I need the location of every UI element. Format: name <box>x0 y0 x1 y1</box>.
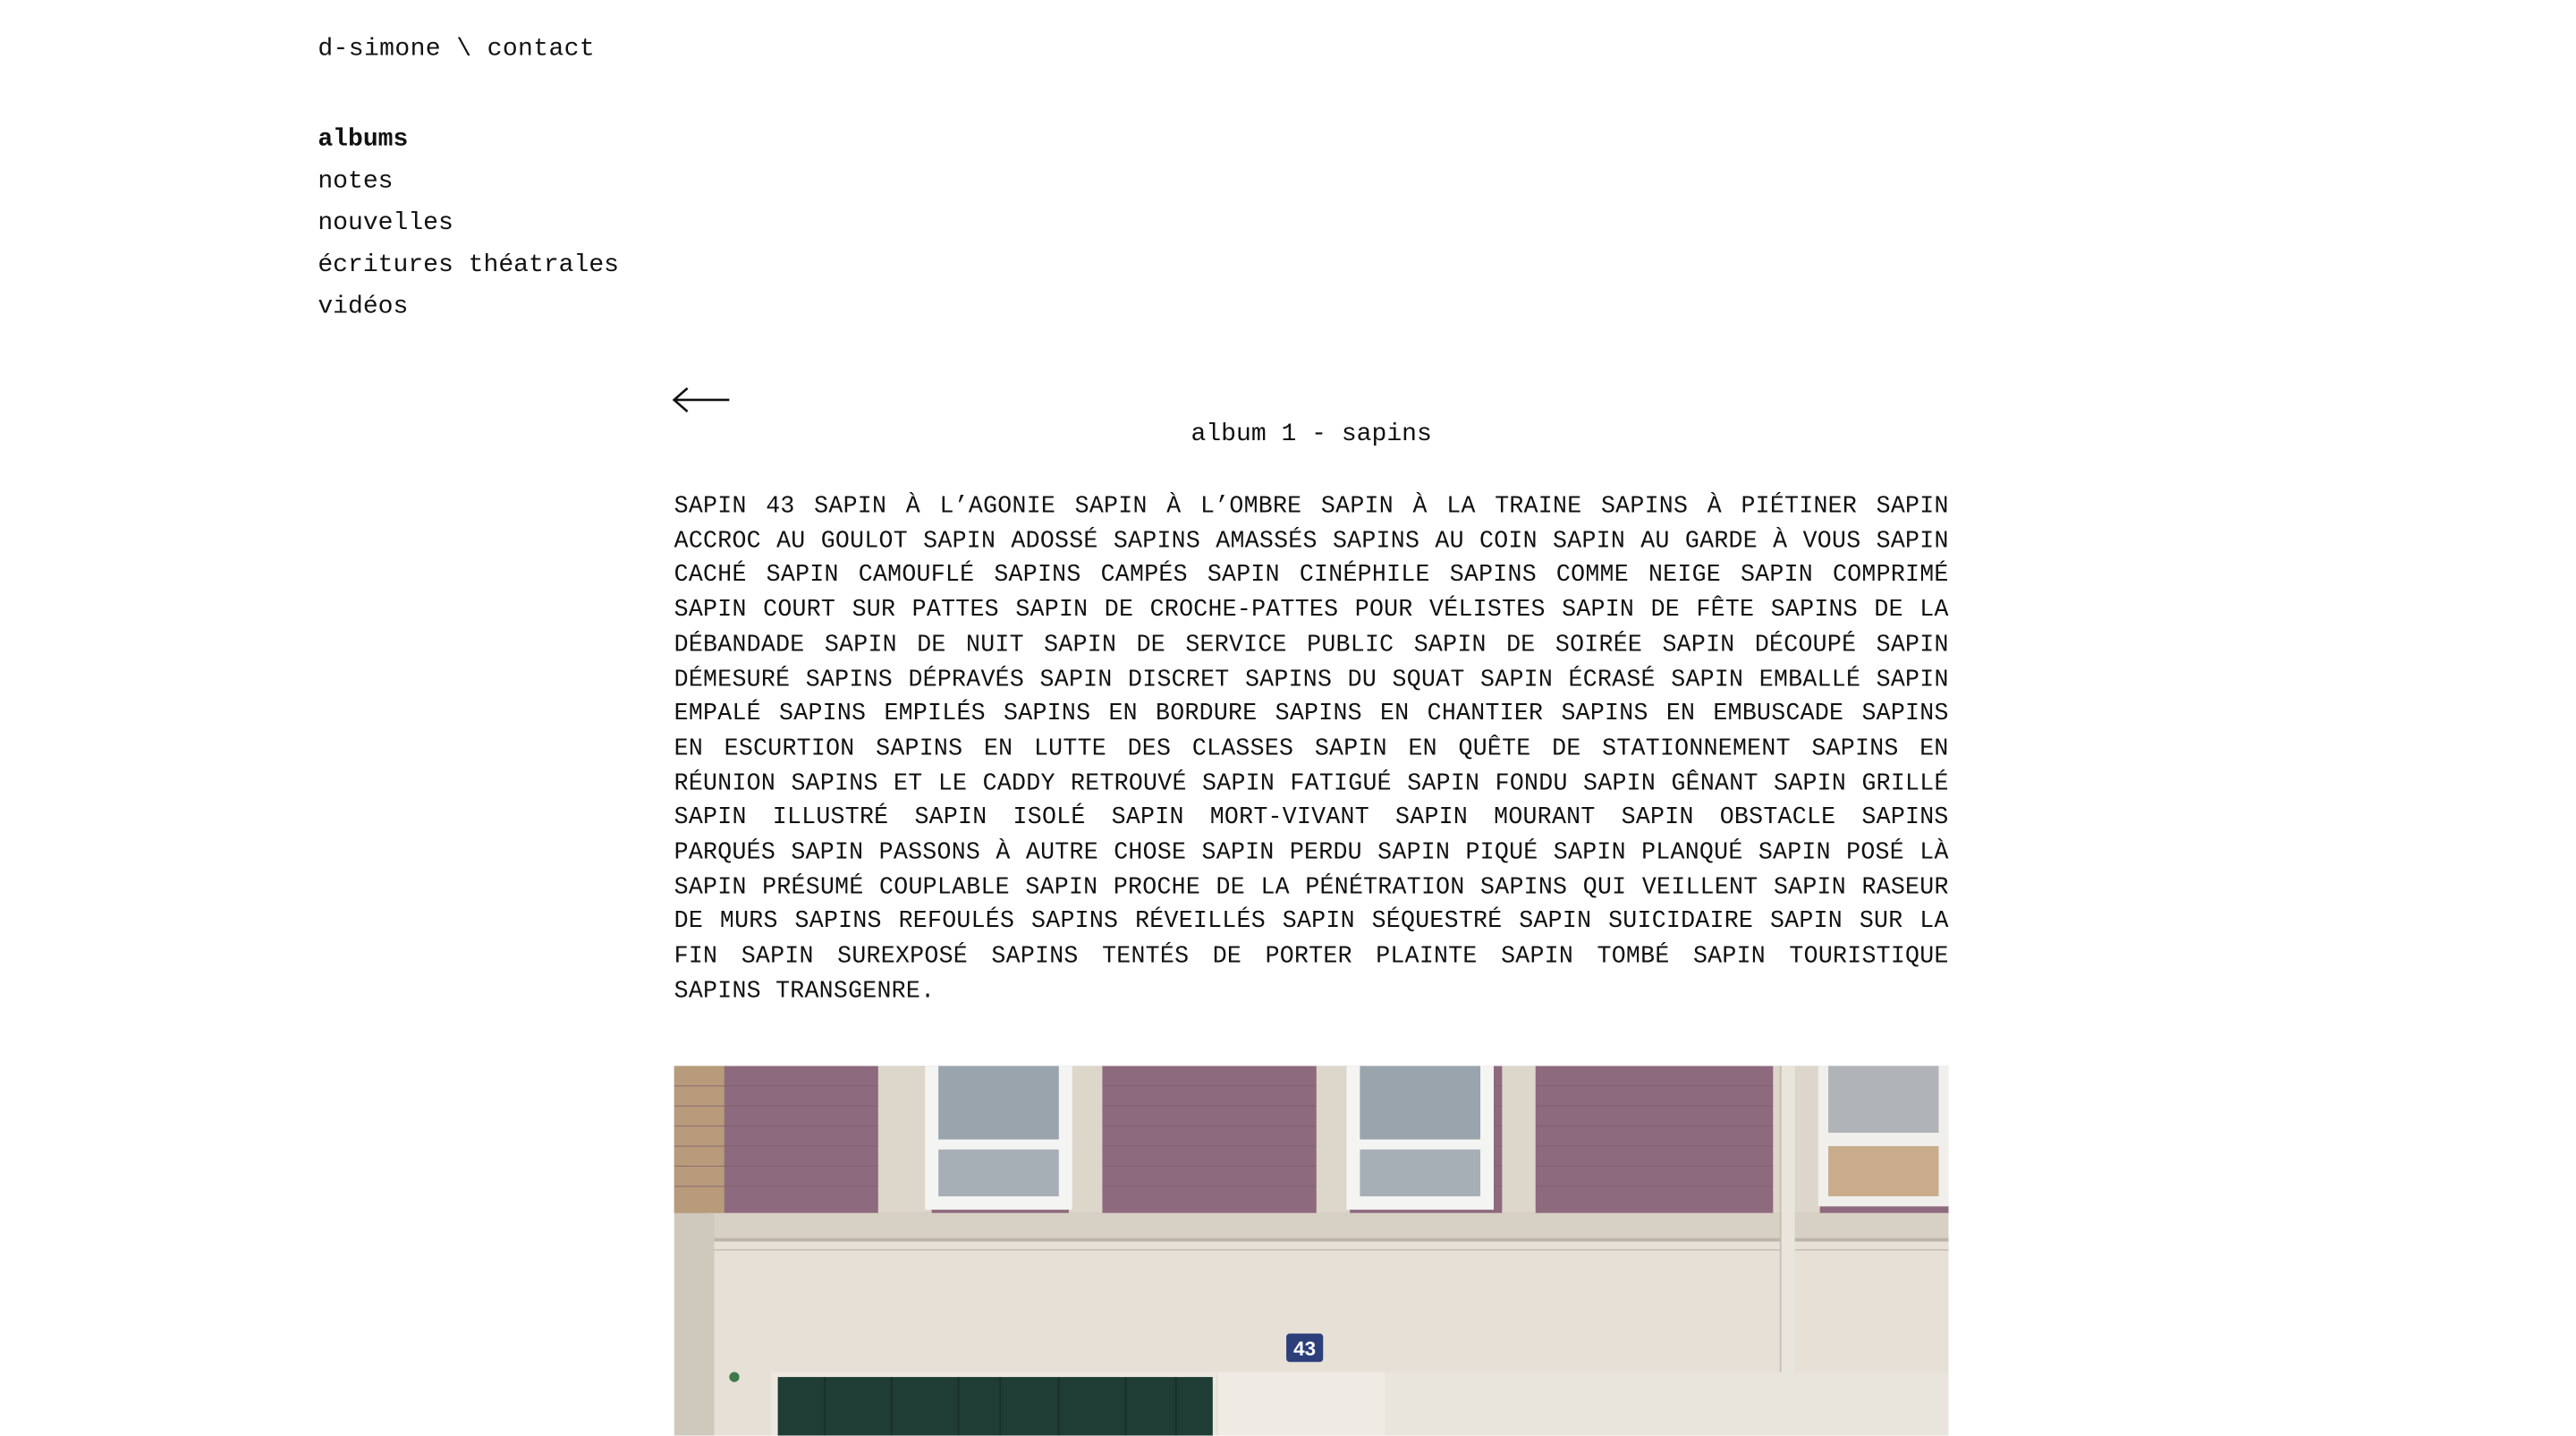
nav-link-ecritures-theatrales[interactable]: écritures théatrales <box>318 251 619 280</box>
nav-item-nouvelles: nouvelles <box>318 202 619 244</box>
nav-link-albums[interactable]: albums <box>318 125 408 154</box>
nav-link-videos[interactable]: vidéos <box>318 293 408 321</box>
nav-link-notes[interactable]: notes <box>318 167 393 196</box>
contact-link[interactable]: contact <box>487 35 595 64</box>
nav-item-ecritures-theatrales: écritures théatrales <box>318 244 619 286</box>
nav-link-nouvelles[interactable]: nouvelles <box>318 209 453 238</box>
house-number: 43 <box>1293 1338 1316 1360</box>
album-text: sapin 43 sapin à l’agonie sapin à l’ombr… <box>674 493 1949 1006</box>
back-button[interactable] <box>669 381 733 414</box>
building-facade-image: 43 <box>674 1066 1949 1436</box>
site-name-link[interactable]: d-simone <box>318 35 441 64</box>
album-photo[interactable]: 43 <box>674 1066 1949 1436</box>
nav-item-notes: notes <box>318 161 619 203</box>
nav-item-albums: albums <box>318 119 619 161</box>
page: d-simone \ contact albums notes nouvelle… <box>0 0 2576 1436</box>
album-title: album 1 - sapins <box>1191 420 1432 449</box>
nav-item-videos: vidéos <box>318 286 619 328</box>
main-nav: albums notes nouvelles écritures théatra… <box>318 119 619 328</box>
site-header: d-simone \ contact <box>318 35 595 64</box>
arrow-left-icon <box>672 387 730 413</box>
header-separator: \ <box>441 35 487 64</box>
